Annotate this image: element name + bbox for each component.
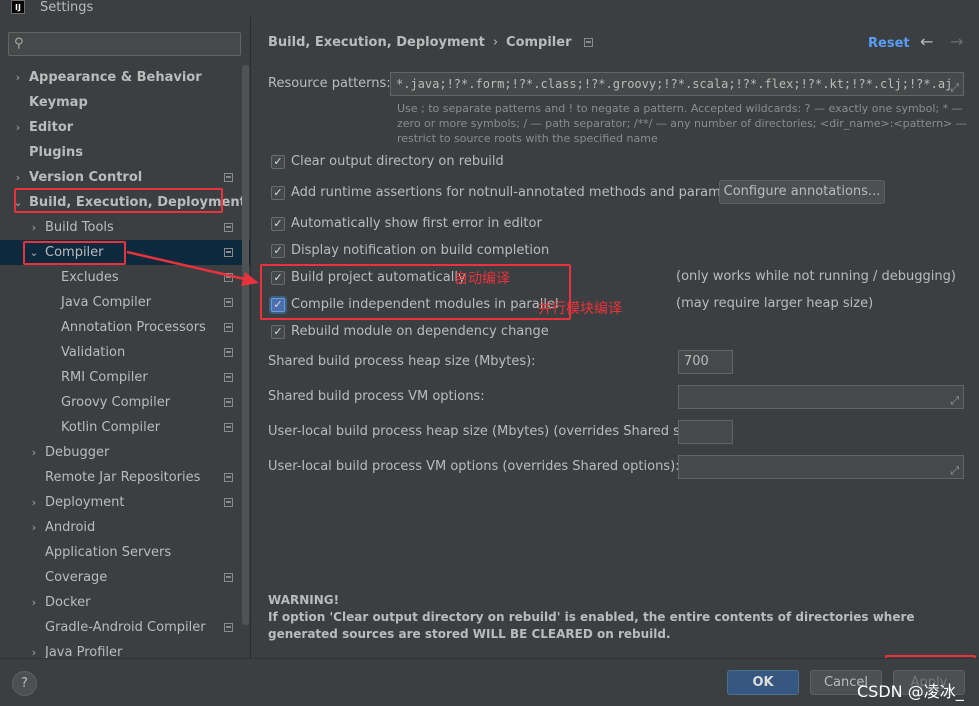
runtime-assertions-label: Add runtime assertions for notnull-annot… (291, 185, 755, 200)
warning-title: WARNING! (268, 593, 340, 607)
vm-options-input[interactable]: ⤢ (678, 385, 964, 409)
resource-patterns-label: Resource patterns: (268, 76, 391, 91)
sidebar-item-gradle-android-compiler[interactable]: Gradle-Android Compiler (0, 615, 250, 640)
chevron-right-icon[interactable]: › (28, 590, 40, 615)
search-icon: ⚲ (14, 36, 24, 51)
sidebar-item-application-servers[interactable]: Application Servers (0, 540, 250, 565)
expand-icon[interactable]: ⤢ (950, 460, 959, 482)
sidebar-item-deployment[interactable]: › Deployment (0, 490, 250, 515)
chevron-right-icon[interactable]: › (28, 640, 40, 658)
project-scope-icon (224, 398, 233, 407)
build-automatically-note: (only works while not running / debuggin… (676, 269, 956, 284)
user-heap-size-input[interactable] (678, 420, 733, 444)
sidebar-item-groovy-compiler[interactable]: Groovy Compiler (0, 390, 250, 415)
csdn-watermark: CSDN @凌冰_ (857, 682, 964, 701)
project-scope-icon (224, 573, 233, 582)
resource-patterns-value: *.java;!?*.form;!?*.class;!?*.groovy;!?*… (396, 77, 953, 91)
expand-icon[interactable]: ⤢ (950, 77, 959, 95)
title-bar: IJ Settings (0, 0, 979, 17)
rebuild-on-dependency-checkbox[interactable]: ✓ (271, 325, 285, 339)
sidebar-item-remote-jar-repositories[interactable]: Remote Jar Repositories (0, 465, 250, 490)
intellij-app-icon: IJ (11, 0, 25, 14)
project-scope-icon (583, 38, 593, 47)
sidebar-item-debugger[interactable]: › Debugger (0, 440, 250, 465)
rebuild-on-dependency-label: Rebuild module on dependency change (291, 324, 549, 339)
chevron-right-icon[interactable]: › (28, 440, 40, 465)
settings-search-input[interactable]: ⚲ (8, 32, 241, 56)
resource-patterns-input[interactable]: *.java;!?*.form;!?*.class;!?*.groovy;!?*… (390, 72, 964, 96)
project-scope-icon (224, 323, 233, 332)
show-first-error-checkbox[interactable]: ✓ (271, 217, 285, 231)
breadcrumb-separator: › (492, 35, 499, 50)
project-scope-icon (224, 173, 233, 182)
user-vm-options-input[interactable]: ⤢ (678, 455, 964, 479)
user-vm-options-label: User-local build process VM options (ove… (268, 459, 680, 474)
breadcrumb-parent[interactable]: Build, Execution, Deployment (268, 35, 485, 50)
highlight-build-execution-deployment (14, 188, 223, 213)
help-button[interactable]: ? (12, 671, 37, 696)
display-notification-checkbox[interactable]: ✓ (271, 244, 285, 258)
chevron-right-icon[interactable]: › (28, 515, 40, 540)
annotation-arrow (126, 250, 259, 286)
clear-output-checkbox[interactable]: ✓ (271, 155, 285, 169)
dialog-footer: ? OK Cancel Apply CSDN @凌冰_ (0, 658, 979, 706)
project-scope-icon (224, 498, 233, 507)
project-scope-icon (224, 348, 233, 357)
forward-arrow-icon[interactable]: → (950, 32, 963, 51)
sidebar-item-version-control[interactable]: › Version Control (0, 165, 250, 190)
sidebar-item-coverage[interactable]: Coverage (0, 565, 250, 590)
heap-size-label: Shared build process heap size (Mbytes): (268, 354, 536, 369)
highlight-compiler (23, 241, 126, 265)
sidebar-item-plugins[interactable]: Plugins (0, 140, 250, 165)
settings-tree: › Appearance & Behavior Keymap › Editor … (0, 65, 250, 658)
sidebar-scrollbar[interactable] (242, 65, 249, 625)
breadcrumb: Build, Execution, Deployment › Compiler (268, 35, 593, 50)
highlight-build-options (260, 264, 571, 320)
settings-sidebar: ⚲ › Appearance & Behavior Keymap › Edito… (0, 17, 250, 658)
project-scope-icon (224, 373, 233, 382)
project-scope-icon (224, 473, 233, 482)
sidebar-item-java-compiler[interactable]: Java Compiler (0, 290, 250, 315)
heap-size-input[interactable]: 700 (678, 350, 733, 374)
chevron-right-icon[interactable]: › (28, 215, 40, 240)
warning-block: WARNING! If option 'Clear output directo… (268, 592, 958, 643)
clear-output-label: Clear output directory on rebuild (291, 154, 504, 169)
chevron-right-icon[interactable]: › (12, 115, 24, 140)
user-heap-size-label: User-local build process heap size (Mbyt… (268, 424, 708, 439)
sidebar-item-docker[interactable]: › Docker (0, 590, 250, 615)
sidebar-item-build-tools[interactable]: › Build Tools (0, 215, 250, 240)
project-scope-icon (224, 423, 233, 432)
breadcrumb-current: Compiler (506, 35, 572, 50)
chevron-right-icon[interactable]: › (12, 65, 24, 90)
back-arrow-icon[interactable]: ← (920, 32, 933, 51)
sidebar-item-editor[interactable]: › Editor (0, 115, 250, 140)
vm-options-label: Shared build process VM options: (268, 389, 485, 404)
sidebar-item-validation[interactable]: Validation (0, 340, 250, 365)
project-scope-icon (224, 298, 233, 307)
reset-link[interactable]: Reset (868, 36, 910, 51)
sidebar-item-appearance-behavior[interactable]: › Appearance & Behavior (0, 65, 250, 90)
sidebar-item-kotlin-compiler[interactable]: Kotlin Compiler (0, 415, 250, 440)
runtime-assertions-checkbox[interactable]: ✓ (271, 186, 285, 200)
display-notification-label: Display notification on build completion (291, 243, 550, 258)
ok-button[interactable]: OK (727, 670, 799, 695)
configure-annotations-button[interactable]: Configure annotations... (719, 180, 885, 204)
sidebar-item-keymap[interactable]: Keymap (0, 90, 250, 115)
sidebar-item-annotation-processors[interactable]: Annotation Processors (0, 315, 250, 340)
resource-patterns-hint: Use ; to separate patterns and ! to nega… (397, 102, 967, 145)
expand-icon[interactable]: ⤢ (950, 390, 959, 412)
warning-text: If option 'Clear output directory on reb… (268, 610, 915, 641)
compiler-settings-panel: Build, Execution, Deployment › Compiler Re… (250, 17, 979, 658)
sidebar-item-android[interactable]: › Android (0, 515, 250, 540)
compile-parallel-note: (may require larger heap size) (676, 296, 874, 311)
window-title: Settings (40, 0, 94, 15)
chevron-right-icon[interactable]: › (28, 490, 40, 515)
chevron-right-icon[interactable]: › (12, 165, 24, 190)
project-scope-icon (224, 623, 233, 632)
show-first-error-label: Automatically show first error in editor (291, 216, 542, 231)
sidebar-item-rmi-compiler[interactable]: RMI Compiler (0, 365, 250, 390)
sidebar-item-java-profiler[interactable]: › Java Profiler (0, 640, 250, 658)
project-scope-icon (224, 223, 233, 232)
